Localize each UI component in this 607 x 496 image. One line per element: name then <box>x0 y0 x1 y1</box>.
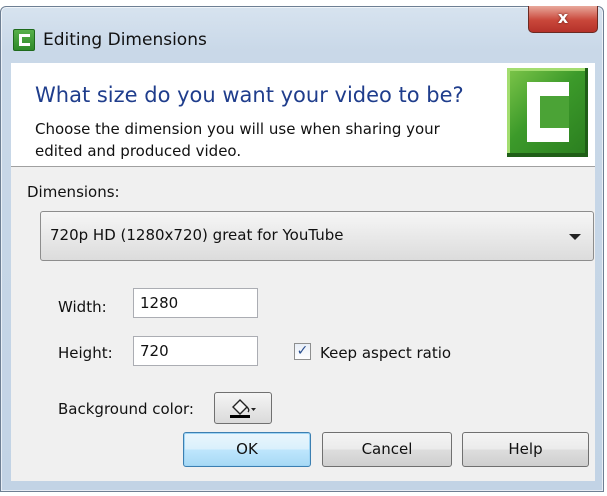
dimensions-selected-value: 720p HD (1280x720) great for YouTube <box>50 226 344 244</box>
page-heading: What size do you want your video to be? <box>35 83 464 107</box>
window-title: Editing Dimensions <box>43 30 207 50</box>
height-label: Height: <box>58 344 113 362</box>
paint-bucket-icon <box>230 399 256 418</box>
chevron-down-icon <box>569 234 581 240</box>
ok-button[interactable]: OK <box>183 432 311 467</box>
dimensions-dropdown[interactable]: 720p HD (1280x720) great for YouTube <box>40 211 594 261</box>
keep-aspect-checkbox[interactable]: ✓ <box>294 343 311 360</box>
dimensions-label: Dimensions: <box>27 183 120 201</box>
width-input[interactable] <box>133 288 258 318</box>
camtasia-app-icon <box>13 29 35 51</box>
cancel-button[interactable]: Cancel <box>322 432 452 467</box>
background-color-button[interactable] <box>214 392 272 424</box>
background-color-label: Background color: <box>58 400 194 418</box>
page-subtext: Choose the dimension you will use when s… <box>35 120 440 160</box>
help-button[interactable]: Help <box>462 432 589 467</box>
width-label: Width: <box>58 298 107 316</box>
close-button[interactable]: x <box>528 6 598 33</box>
height-input[interactable] <box>133 336 258 366</box>
header-panel: What size do you want your video to be? … <box>11 63 595 167</box>
title-bar[interactable]: Editing Dimensions <box>1 7 603 59</box>
camtasia-logo-icon <box>507 68 588 157</box>
keep-aspect-label[interactable]: Keep aspect ratio <box>320 344 451 362</box>
